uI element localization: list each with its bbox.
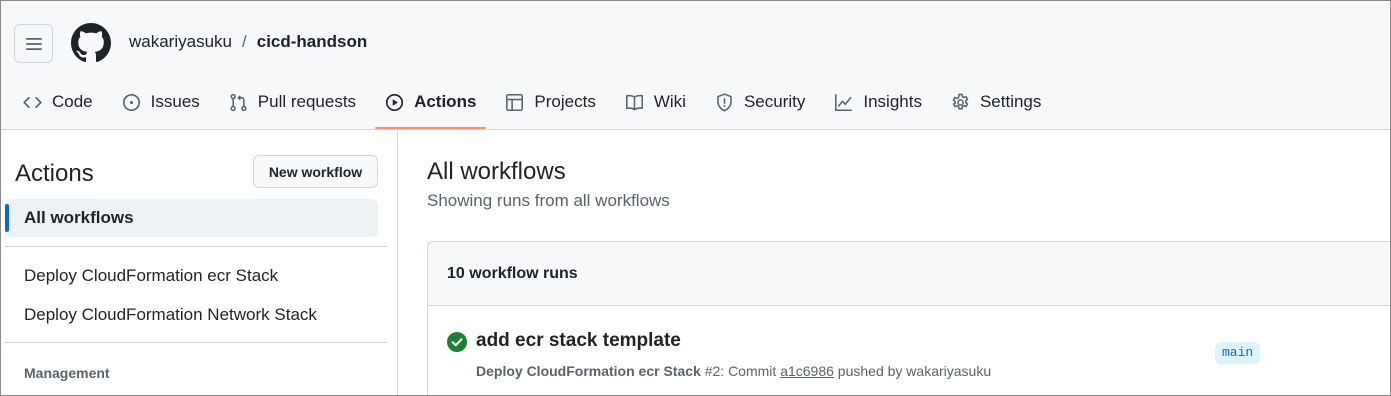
run-workflow-name: Deploy CloudFormation ecr Stack: [476, 363, 701, 379]
tab-security[interactable]: Security: [705, 79, 815, 125]
tab-label: Projects: [534, 92, 596, 111]
runs-list-header: 10 workflow runs: [428, 242, 1390, 306]
breadcrumb: wakariyasuku / cicd-handson: [129, 32, 367, 52]
tab-settings[interactable]: Settings: [941, 79, 1051, 125]
main-content: All workflows Showing runs from all work…: [399, 131, 1390, 395]
tab-pull-requests[interactable]: Pull requests: [219, 79, 366, 125]
tab-actions[interactable]: Actions: [375, 79, 487, 129]
tab-label: Settings: [979, 92, 1042, 111]
shield-icon: [717, 92, 732, 112]
tab-label: Issues: [150, 92, 200, 111]
page-subtitle: Showing runs from all workflows: [427, 191, 670, 210]
page-title: All workflows: [427, 158, 566, 185]
tab-projects[interactable]: Projects: [495, 79, 605, 125]
tab-issues[interactable]: Issues: [112, 79, 210, 125]
workflow-runs-list: 10 workflow runs add ecr stack template …: [427, 241, 1390, 395]
table-icon: [506, 93, 524, 111]
check-circle-fill-icon: [447, 332, 467, 352]
book-icon: [625, 94, 643, 110]
repo-owner-link[interactable]: wakariyasuku: [129, 32, 232, 52]
gear-icon: [952, 93, 969, 110]
tab-label: Insights: [863, 92, 922, 111]
app-window: wakariyasuku / cicd-handson Code Issues …: [0, 0, 1391, 396]
run-title-link[interactable]: add ecr stack template: [476, 330, 681, 352]
repo-header: wakariyasuku / cicd-handson Code Issues …: [1, 1, 1390, 130]
tab-wiki[interactable]: Wiki: [615, 79, 696, 125]
menu-button[interactable]: [14, 24, 53, 63]
sidebar-section-heading: Management: [24, 365, 110, 381]
actions-sidebar: Actions New workflow All workflows Deplo…: [1, 131, 398, 395]
tab-insights[interactable]: Insights: [824, 79, 932, 125]
workflow-run-row[interactable]: add ecr stack template Deploy CloudForma…: [428, 307, 1390, 395]
sidebar-item-workflow[interactable]: Deploy CloudFormation Network Stack: [24, 305, 317, 325]
github-logo-icon[interactable]: [71, 23, 111, 63]
tab-label: Security: [743, 92, 806, 111]
repo-name-link[interactable]: cicd-handson: [257, 32, 368, 52]
tab-code[interactable]: Code: [13, 79, 103, 125]
sidebar-item-all-workflows[interactable]: All workflows: [5, 199, 378, 237]
divider: [5, 342, 388, 343]
tab-label: Code: [52, 92, 93, 111]
commit-link[interactable]: a1c6986: [780, 363, 834, 379]
run-pushed-by: pushed by wakariyasuku: [837, 363, 992, 379]
sidebar-item-label: All workflows: [24, 208, 134, 227]
git-pull-request-icon: [230, 93, 247, 111]
hamburger-icon: [25, 37, 42, 50]
run-meta: Deploy CloudFormation ecr Stack #2: Comm…: [476, 363, 991, 379]
tab-label: Pull requests: [257, 92, 357, 111]
repo-nav-tabs: Code Issues Pull requests Actions Projec…: [1, 79, 1060, 129]
tab-label: Actions: [414, 92, 477, 111]
issue-opened-icon: [122, 93, 140, 111]
runs-count: 10 workflow runs: [447, 265, 578, 282]
breadcrumb-separator: /: [242, 32, 247, 51]
graph-icon: [835, 93, 853, 111]
code-icon: [23, 96, 42, 108]
run-number: #2: Commit: [704, 363, 777, 379]
tab-label: Wiki: [653, 92, 686, 111]
play-icon: [386, 93, 404, 111]
divider: [5, 246, 388, 247]
sidebar-title: Actions: [15, 160, 94, 187]
sidebar-item-workflow[interactable]: Deploy CloudFormation ecr Stack: [24, 266, 278, 286]
branch-badge[interactable]: main: [1215, 342, 1261, 364]
new-workflow-button[interactable]: New workflow: [253, 155, 378, 188]
